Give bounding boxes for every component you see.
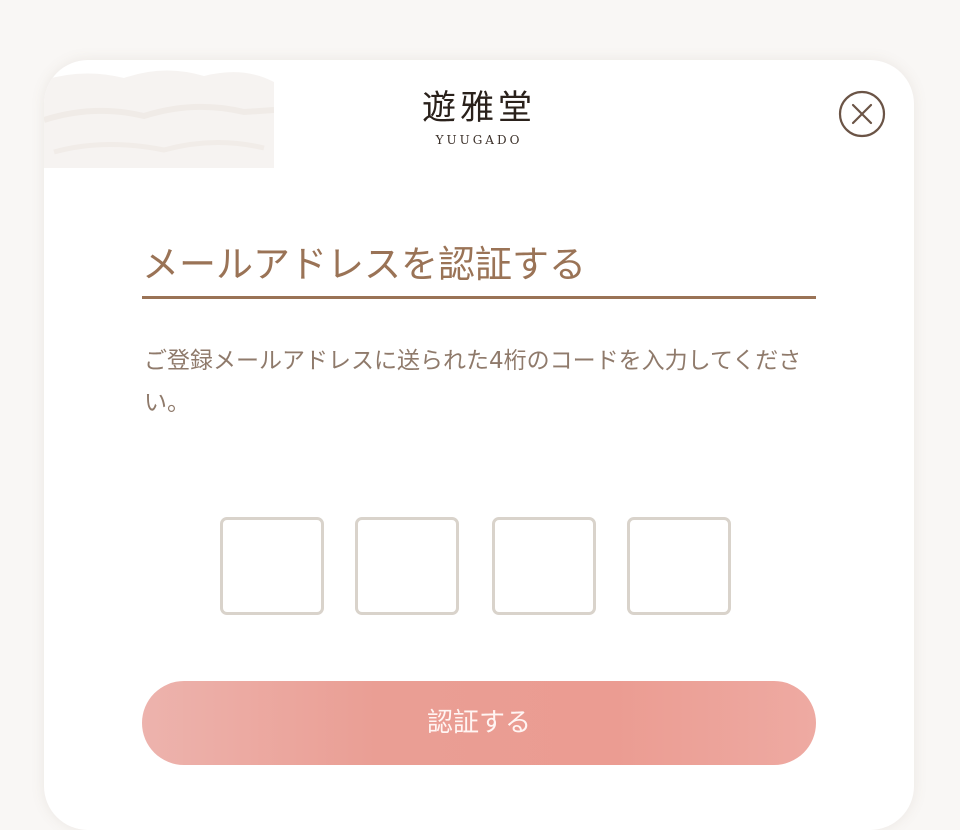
brand-logo: 遊雅堂 YUUGADO xyxy=(44,86,914,148)
dialog-title: メールアドレスを認証する xyxy=(142,238,816,299)
dialog-description: ご登録メールアドレスに送られた4桁のコードを入力してください。 xyxy=(144,348,802,416)
verification-modal: 遊雅堂 YUUGADO メールアドレスを認証する ご登録メールアドレスに送られた… xyxy=(44,60,914,830)
code-digit-2-input[interactable] xyxy=(355,517,459,615)
verify-submit-button[interactable]: 認証する xyxy=(142,681,816,765)
logo-roman: YUUGADO xyxy=(435,133,523,147)
verification-code-inputs xyxy=(220,517,740,621)
close-button[interactable] xyxy=(838,90,886,138)
close-circle-icon xyxy=(838,90,886,138)
code-digit-4-input[interactable] xyxy=(627,517,731,615)
code-digit-3-input[interactable] xyxy=(492,517,596,615)
code-digit-1-input[interactable] xyxy=(220,517,324,615)
logo-kanji: 遊雅堂 xyxy=(422,88,536,128)
